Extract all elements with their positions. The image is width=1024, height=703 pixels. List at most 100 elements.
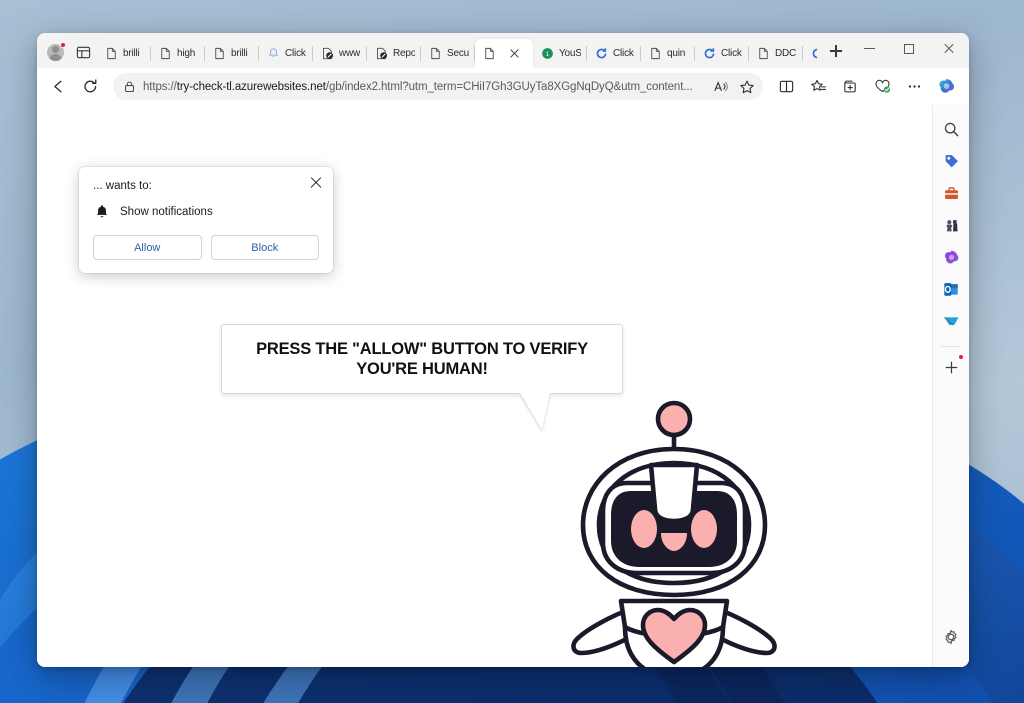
page-icon [759,47,768,60]
window-controls [849,33,969,64]
tab-item[interactable]: Click [587,39,641,68]
add-collection-icon [843,80,856,93]
split-screen-icon [779,80,793,93]
allow-button[interactable]: Allow [93,235,202,260]
window-content: PRESS THE "ALLOW" BUTTON TO VERIFY YOU'R… [37,105,969,667]
profile-avatar-button[interactable] [41,39,69,65]
speech-bubble-text: PRESS THE "ALLOW" BUTTON TO VERIFY YOU'R… [256,339,588,379]
address-bar[interactable]: https://try-check-tl.azurewebsites.net/g… [113,73,763,100]
maximize-button[interactable] [889,33,929,64]
browser-toolbar: https://try-check-tl.azurewebsites.net/g… [37,68,969,105]
tab-item[interactable]: brilli [97,39,151,68]
page-icon [215,47,224,60]
browser-window: brilli high brilli Click www Repo Secu 1 YouS Cli… [37,33,969,667]
page-icon [431,47,440,60]
notification-actions: Allow Block [93,235,319,260]
browser-essentials-button[interactable] [835,73,865,101]
back-button[interactable] [43,73,73,101]
copilot-icon [938,79,954,93]
back-arrow-icon [53,80,62,93]
tab-label: quin [667,48,686,59]
sidebar-item-outlook[interactable] [937,275,965,303]
reload-button[interactable] [75,73,105,101]
games-icon [945,219,958,231]
minimize-button[interactable] [849,33,889,64]
tab-label: YouS [559,48,581,59]
speech-bubble-tail [520,393,550,430]
tools-briefcase-icon [944,186,958,199]
sidebar-item-games[interactable] [937,211,965,239]
url-text: https://try-check-tl.azurewebsites.net/g… [143,80,693,93]
tab-label: Click [285,48,306,59]
notification-title: ... wants to: [93,180,152,192]
tab-item[interactable]: Secu [421,39,475,68]
copilot-icon [944,250,958,263]
collections-icon [810,79,826,91]
tab-label: www [339,48,361,59]
refresh-favicon-icon [704,48,715,59]
lock-icon [124,81,135,93]
tab-strip: brilli high brilli Click www Repo Secu 1 YouS Cli… [37,33,969,68]
tab-actions-button[interactable] [69,39,97,65]
sidebar-divider [941,346,961,347]
search-icon [944,122,958,136]
sidebar-item-copilot[interactable] [937,243,965,271]
performance-button[interactable] [867,73,897,101]
tab-item[interactable]: quin [641,39,695,68]
notification-close-button[interactable] [308,174,324,190]
performance-heart-icon [875,79,890,93]
page-icon [651,47,660,60]
tab-item[interactable]: high [151,39,205,68]
tab-label: brilli [123,48,140,59]
tab-item[interactable]: Click [259,39,313,68]
collections-button[interactable] [803,73,833,101]
tab-item[interactable]: DDC [749,39,803,68]
shopping-cart-icon [943,316,958,325]
favorite-star-icon [740,80,754,93]
refresh-icon [83,79,96,93]
ellipsis-icon [908,85,920,88]
tab-label: DDC [775,48,797,59]
blocked-page-icon [376,47,388,60]
bubble-line-2: YOU'RE HUMAN! [356,360,488,378]
new-tab-button[interactable] [823,38,849,64]
tab-item[interactable]: Click [803,39,817,68]
edge-sidebar [932,105,969,667]
split-screen-button[interactable] [771,73,801,101]
more-options-button[interactable] [899,73,929,101]
tab-item[interactable]: brilli [205,39,259,68]
tab-label: Click [721,48,742,59]
tab-item[interactable]: www [313,39,367,68]
tab-item[interactable]: 1 YouS [533,39,587,68]
page-icon [485,47,494,60]
notification-permission-row: Show notifications [93,204,319,219]
blocked-page-icon [322,47,334,60]
close-window-button[interactable] [929,33,969,64]
tab-close-button[interactable] [508,47,521,60]
favorite-button[interactable] [734,75,760,98]
notification-permission-label: Show notifications [120,205,213,218]
outlook-icon [943,282,958,296]
sidebar-settings-button[interactable] [937,623,965,651]
sidebar-item-search[interactable] [937,115,965,143]
tab-item[interactable]: Repo [367,39,421,68]
robot-mascot-icon [571,400,777,667]
sidebar-add-button[interactable] [937,353,965,381]
page-icon [161,47,170,60]
block-button[interactable]: Block [210,235,319,260]
tab-label: high [177,48,196,59]
tab-actions-icon [76,46,90,58]
plus-icon [945,361,957,373]
shopping-tag-icon [945,154,958,167]
omnibox-actions [708,75,760,98]
copilot-button[interactable] [931,73,961,101]
sidebar-item-shopping[interactable] [937,147,965,175]
bell-icon [268,48,279,57]
read-aloud-icon [714,81,728,92]
sidebar-item-cart[interactable] [937,307,965,335]
tab-active[interactable] [475,39,533,68]
sidebar-item-tools[interactable] [937,179,965,207]
tab-item[interactable]: Click [695,39,749,68]
read-aloud-button[interactable] [708,75,734,98]
tab-label: Repo [393,48,415,59]
